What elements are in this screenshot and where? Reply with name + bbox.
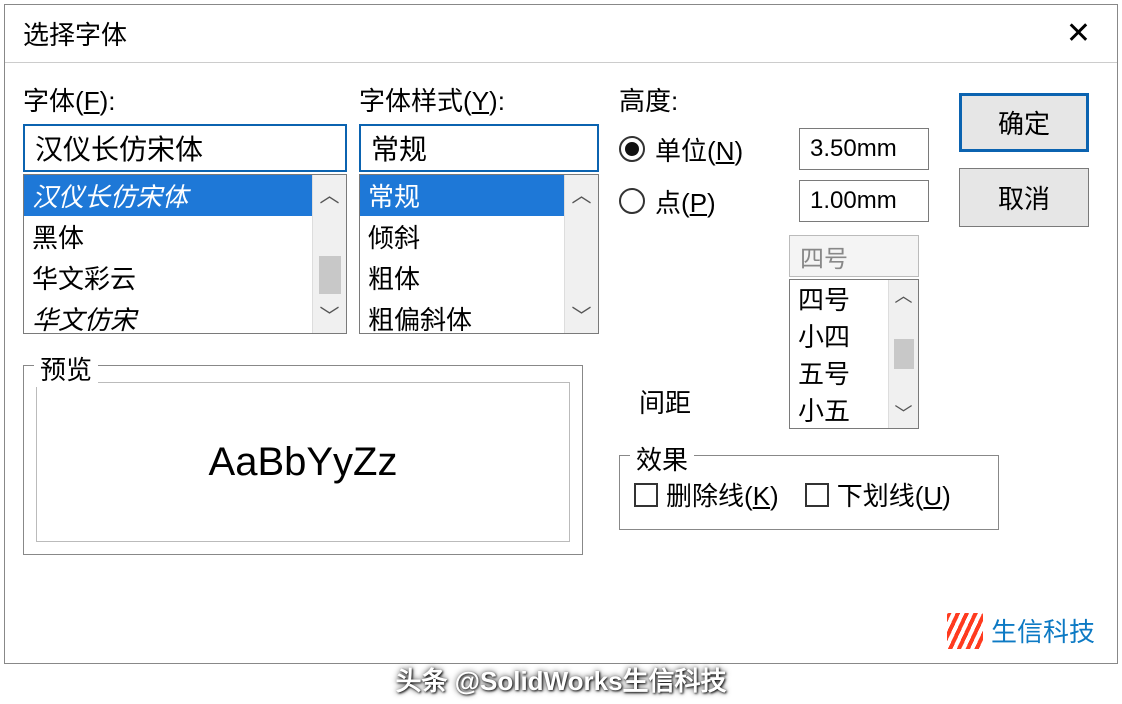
effects-section: 效果 删除线(K) 下划线(U) bbox=[619, 443, 999, 530]
style-list-items: 常规 倾斜 粗体 粗偏斜体 bbox=[360, 175, 598, 339]
titlebar: 选择字体 ✕ bbox=[5, 5, 1117, 63]
list-item[interactable]: 粗体 bbox=[360, 257, 598, 298]
underline-label: 下划线(U) bbox=[837, 476, 951, 513]
chevron-up-icon[interactable]: ︿ bbox=[572, 175, 592, 212]
scrollbar[interactable]: ︿ ﹀ bbox=[564, 175, 598, 333]
style-input[interactable] bbox=[359, 124, 599, 172]
font-label-text: 字体 bbox=[23, 86, 75, 116]
font-listbox[interactable]: 汉仪长仿宋体 黑体 华文彩云 华文仿宋 ︿ ﹀ bbox=[23, 174, 347, 334]
preview-fieldset: 预览 AaBbYyZz bbox=[23, 365, 583, 555]
effects-fieldset: 效果 删除线(K) 下划线(U) bbox=[619, 455, 999, 530]
font-list-items: 汉仪长仿宋体 黑体 华文彩云 华文仿宋 bbox=[24, 175, 346, 339]
preview-sample: AaBbYyZz bbox=[209, 440, 398, 485]
preview-section: 预览 AaBbYyZz bbox=[23, 353, 583, 555]
point-radio[interactable] bbox=[619, 188, 645, 214]
dialog-body: 字体(F): 汉仪长仿宋体 黑体 华文彩云 华文仿宋 ︿ ﹀ 字体样 bbox=[5, 63, 1117, 663]
font-dialog: 选择字体 ✕ 字体(F): 汉仪长仿宋体 黑体 华文彩云 华文仿宋 ︿ ﹀ bbox=[4, 4, 1118, 664]
chevron-up-icon[interactable]: ︿ bbox=[895, 280, 913, 310]
cancel-button[interactable]: 取消 bbox=[959, 168, 1089, 227]
list-item[interactable]: 汉仪长仿宋体 bbox=[24, 175, 346, 216]
size-listbox[interactable]: 四号 小四 五号 小五 ︿ ﹀ bbox=[789, 279, 919, 429]
preview-box: AaBbYyZz bbox=[36, 382, 570, 542]
chevron-down-icon[interactable]: ﹀ bbox=[320, 296, 340, 333]
unit-label: 单位(N) bbox=[655, 131, 743, 168]
font-input[interactable] bbox=[23, 124, 347, 172]
scroll-thumb[interactable] bbox=[894, 339, 914, 369]
style-label-text: 字体样式 bbox=[359, 86, 463, 116]
style-label: 字体样式(Y): bbox=[359, 81, 599, 118]
scrollbar[interactable]: ︿ ﹀ bbox=[312, 175, 346, 333]
list-item[interactable]: 粗偏斜体 bbox=[360, 298, 598, 339]
ok-button[interactable]: 确定 bbox=[959, 93, 1089, 152]
chevron-down-icon[interactable]: ﹀ bbox=[572, 296, 592, 333]
spacing-label: 间距 bbox=[639, 383, 691, 420]
unit-value-input[interactable] bbox=[799, 128, 929, 170]
button-column: 确定 取消 bbox=[959, 93, 1097, 227]
effects-legend: 效果 bbox=[630, 440, 694, 477]
underline-row: 下划线(U) bbox=[805, 476, 951, 513]
close-icon[interactable]: ✕ bbox=[1058, 12, 1099, 55]
font-section: 字体(F): 汉仪长仿宋体 黑体 华文彩云 华文仿宋 ︿ ﹀ bbox=[23, 81, 347, 334]
point-label: 点(P) bbox=[655, 183, 716, 220]
unit-radio-row: 单位(N) bbox=[619, 128, 929, 170]
style-hotkey: Y bbox=[472, 86, 489, 116]
list-item[interactable]: 倾斜 bbox=[360, 216, 598, 257]
preview-legend: 预览 bbox=[34, 350, 98, 387]
size-section: 四号 小四 五号 小五 ︿ ﹀ bbox=[789, 235, 919, 429]
watermark-text: 头条 @SolidWorks生信科技 bbox=[0, 661, 1122, 698]
underline-checkbox[interactable] bbox=[805, 483, 829, 507]
list-item[interactable]: 华文仿宋 bbox=[24, 298, 346, 339]
dialog-title: 选择字体 bbox=[23, 15, 127, 52]
chevron-up-icon[interactable]: ︿ bbox=[320, 175, 340, 212]
style-listbox[interactable]: 常规 倾斜 粗体 粗偏斜体 ︿ ﹀ bbox=[359, 174, 599, 334]
height-section: 高度: 单位(N) 点(P) bbox=[619, 81, 929, 232]
scrollbar[interactable]: ︿ ﹀ bbox=[888, 280, 918, 428]
list-item[interactable]: 常规 bbox=[360, 175, 598, 216]
font-hotkey: F bbox=[84, 86, 100, 116]
list-item[interactable]: 华文彩云 bbox=[24, 257, 346, 298]
point-value-input[interactable] bbox=[799, 180, 929, 222]
brand-icon bbox=[947, 613, 983, 649]
strikeout-checkbox[interactable] bbox=[634, 483, 658, 507]
size-value-input bbox=[789, 235, 919, 277]
font-label: 字体(F): bbox=[23, 81, 347, 118]
point-radio-row: 点(P) bbox=[619, 180, 929, 222]
unit-radio[interactable] bbox=[619, 136, 645, 162]
brand-logo: 生信科技 bbox=[947, 612, 1095, 649]
brand-text: 生信科技 bbox=[991, 612, 1095, 649]
style-section: 字体样式(Y): 常规 倾斜 粗体 粗偏斜体 ︿ ﹀ bbox=[359, 81, 599, 334]
strikeout-label: 删除线(K) bbox=[666, 476, 779, 513]
chevron-down-icon[interactable]: ﹀ bbox=[895, 398, 913, 428]
scroll-thumb[interactable] bbox=[319, 256, 341, 294]
list-item[interactable]: 黑体 bbox=[24, 216, 346, 257]
strikeout-row: 删除线(K) bbox=[634, 476, 779, 513]
height-label: 高度: bbox=[619, 81, 929, 118]
